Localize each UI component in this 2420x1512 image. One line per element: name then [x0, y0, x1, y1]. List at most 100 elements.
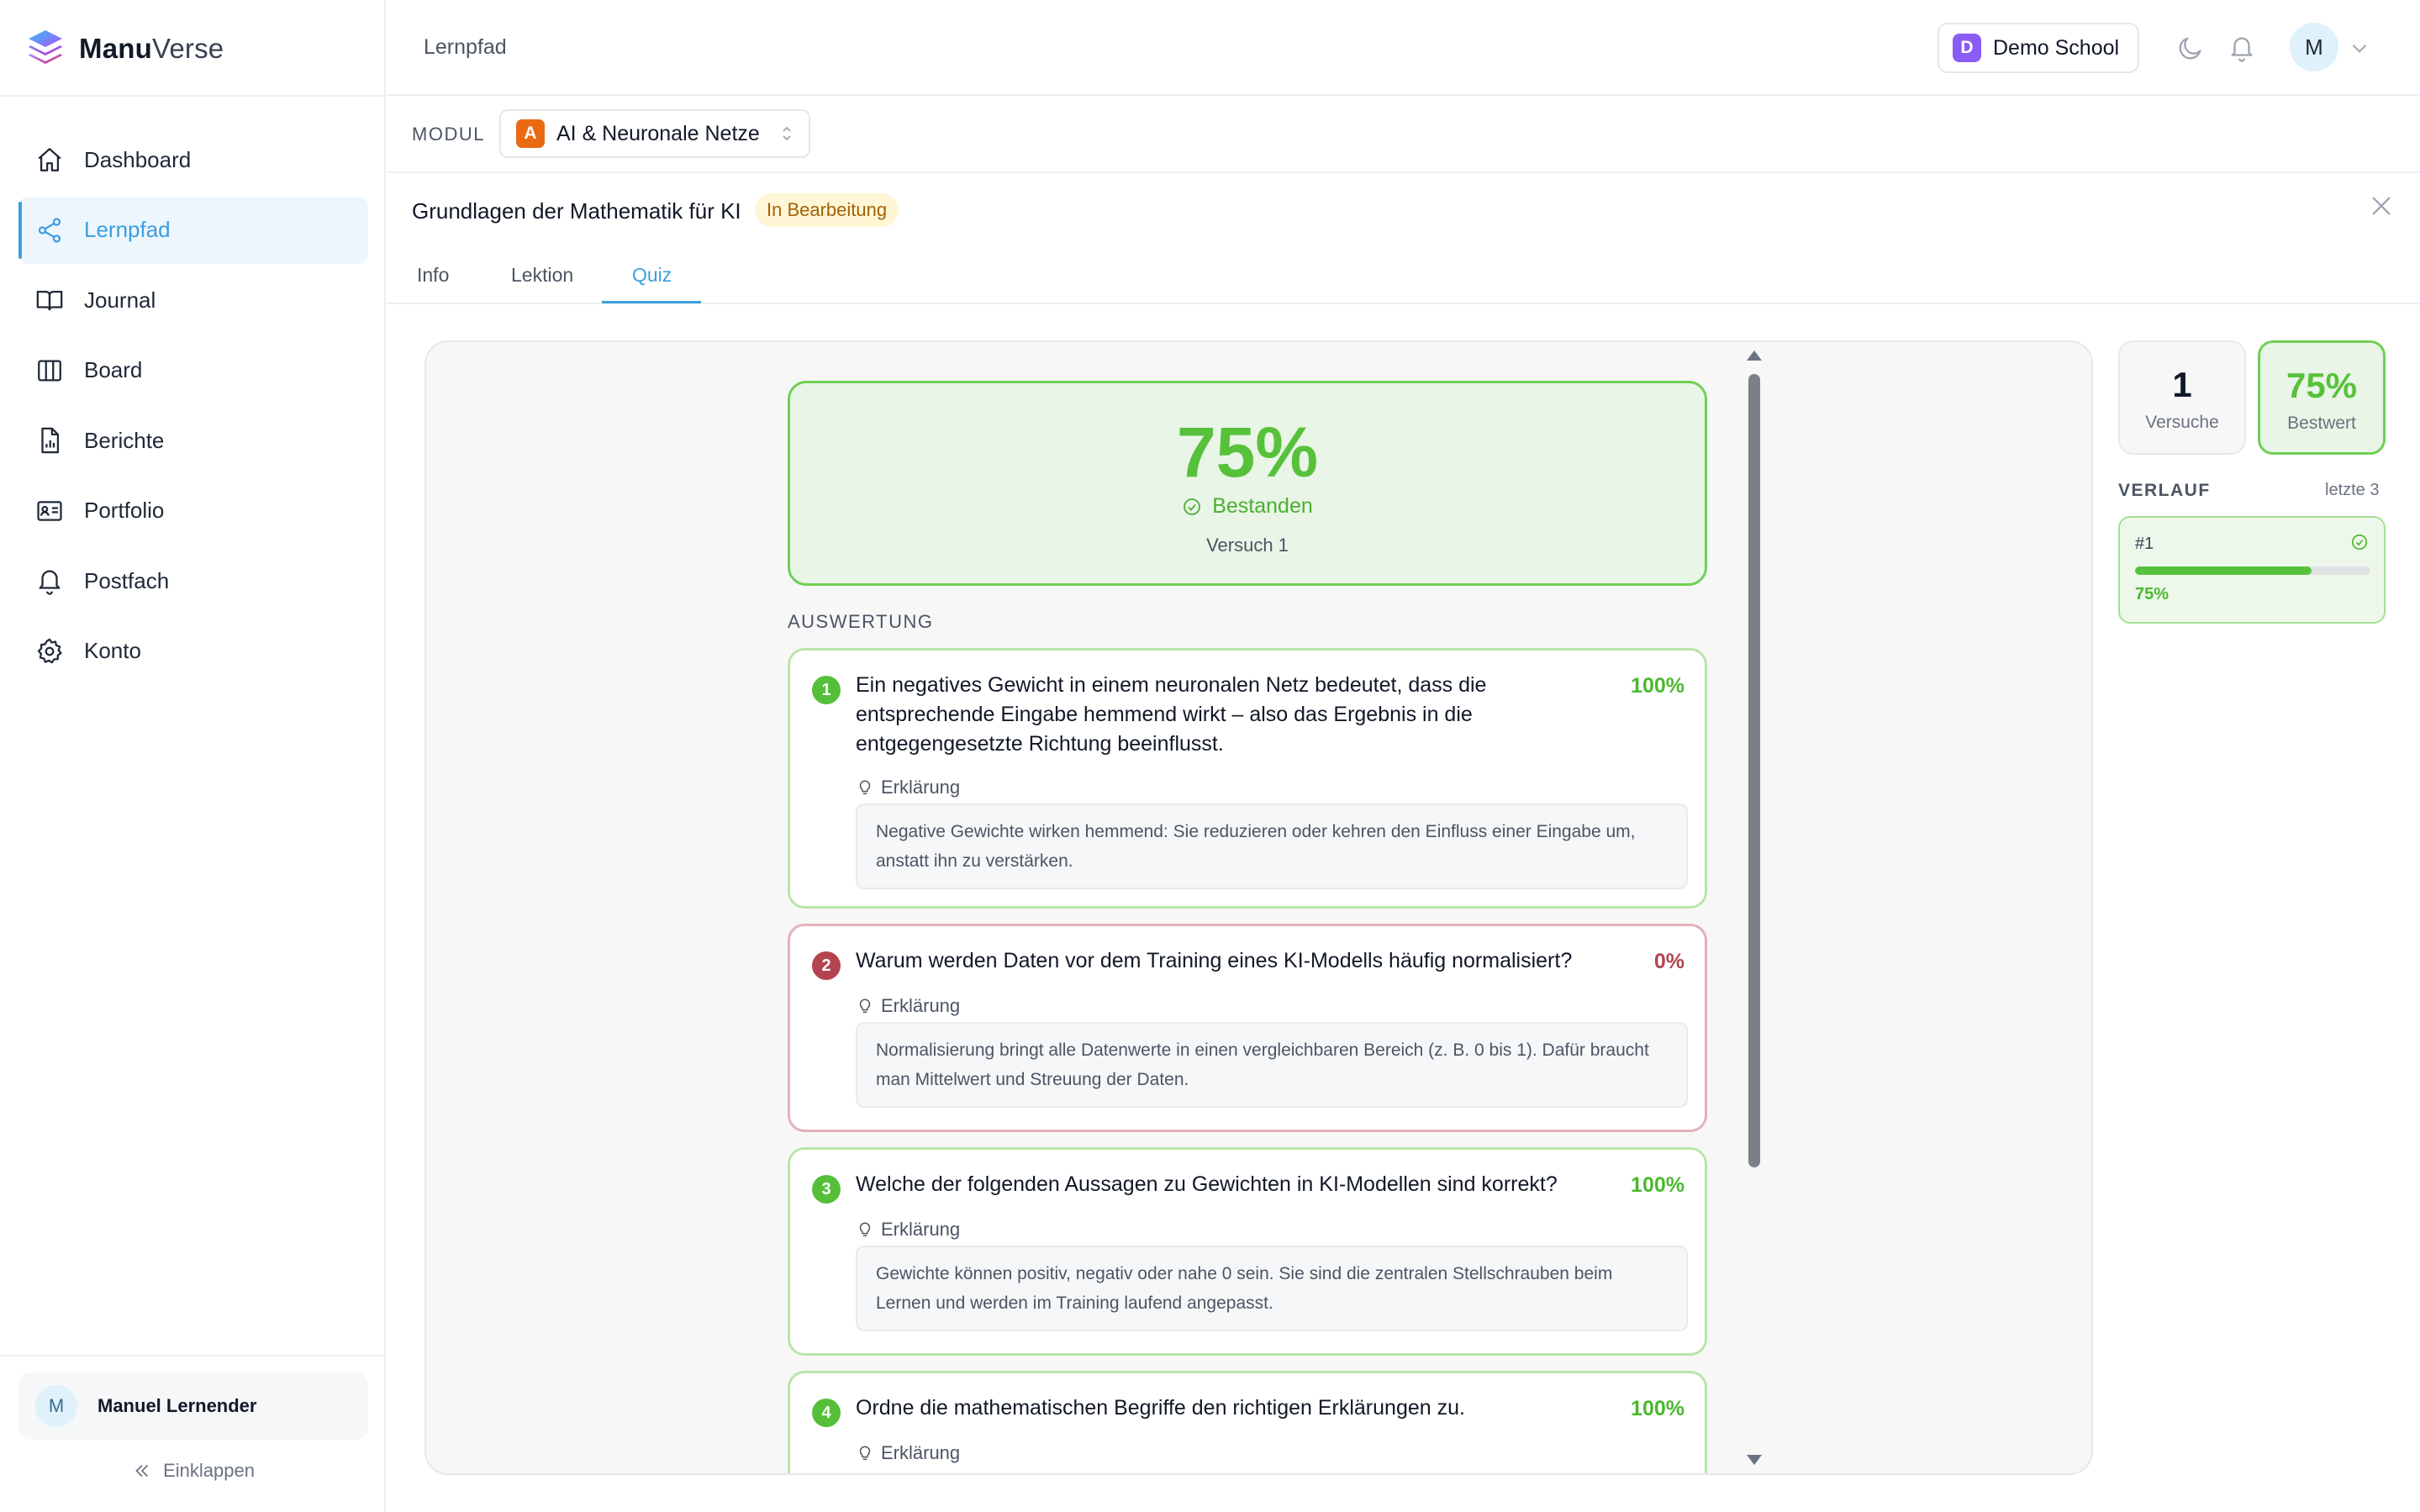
sidebar-item-label: Portfolio	[84, 498, 165, 523]
lightbulb-icon	[859, 998, 871, 1014]
chevron-down-icon[interactable]	[2349, 37, 2370, 59]
lightbulb-icon	[859, 1446, 871, 1461]
share-nodes-icon	[38, 217, 61, 243]
scroll-up-arrow[interactable]	[1747, 350, 1762, 361]
history-range: letzte 3	[2325, 481, 2380, 499]
gear-icon	[37, 638, 62, 663]
module-label: MODUL	[412, 124, 485, 145]
explanation-text: Normalisierung bringt alle Datenwerte in…	[856, 1022, 1688, 1108]
tab-quiz[interactable]: Quiz	[632, 264, 672, 287]
sidebar-item-journal[interactable]: Journal	[18, 266, 368, 334]
history-entry[interactable]: #1 75%	[2118, 516, 2386, 624]
bell-icon	[39, 570, 61, 595]
active-tab-indicator	[602, 301, 701, 303]
collapse-sidebar-button[interactable]: Einklappen	[0, 1454, 386, 1488]
question-text: Welche der folgenden Aussagen zu Gewicht…	[856, 1172, 1558, 1196]
brand-name: ManuVerse	[79, 33, 224, 64]
question-score: 100%	[1631, 1397, 1685, 1420]
layers-logo-icon	[29, 30, 62, 64]
explanation-text: Gewichte können positiv, negativ oder na…	[856, 1246, 1688, 1331]
evaluation-heading: AUSWERTUNG	[788, 611, 934, 632]
brand[interactable]: ManuVerse	[27, 25, 224, 72]
status-badge: In Bearbeitung	[755, 193, 899, 227]
sidebar-item-label: Konto	[84, 638, 141, 663]
user-avatar-button[interactable]: M	[2290, 23, 2338, 71]
question-number: 3	[812, 1175, 841, 1204]
home-icon	[38, 148, 61, 171]
attempt-label: Versuch 1	[1206, 535, 1289, 556]
question-number: 2	[812, 951, 841, 980]
id-card-icon	[37, 500, 62, 521]
sidebar: ManuVerse Dashboard Lernpfad Journal Boa…	[0, 0, 386, 1512]
scrollbar-thumb[interactable]	[1748, 374, 1760, 1167]
school-switcher-button[interactable]: D Demo School	[1938, 23, 2139, 73]
breadcrumb: Lernpfad	[424, 35, 507, 59]
question-score: 100%	[1631, 674, 1685, 698]
school-name: Demo School	[1993, 35, 2120, 60]
tab-info[interactable]: Info	[417, 264, 449, 287]
sidebar-item-label: Journal	[84, 287, 156, 313]
question-card: 4 Ordne die mathematischen Begriffe den …	[788, 1371, 1707, 1473]
module-select[interactable]: A AI & Neuronale Netze	[499, 109, 810, 158]
explanation-label: Erklärung	[856, 1442, 960, 1464]
lightbulb-icon	[859, 1222, 871, 1237]
notification-bell-icon[interactable]	[2228, 34, 2256, 62]
attempts-stat: 1 Versuche	[2118, 340, 2246, 455]
sidebar-item-konto[interactable]: Konto	[18, 618, 368, 685]
question-card: 2 Warum werden Daten vor dem Training ei…	[788, 924, 1707, 1132]
question-text: Warum werden Daten vor dem Training eine…	[856, 949, 1573, 972]
check-circle-icon	[2351, 534, 2368, 551]
sidebar-item-board[interactable]: Board	[18, 337, 368, 404]
attempts-label: Versuche	[2145, 413, 2219, 432]
sidebar-item-postfach[interactable]: Postfach	[18, 547, 368, 614]
sidebar-item-portfolio[interactable]: Portfolio	[18, 477, 368, 545]
sidebar-item-dashboard[interactable]: Dashboard	[18, 126, 368, 193]
explanation-label: Erklärung	[856, 995, 960, 1017]
moon-icon[interactable]	[2176, 34, 2205, 62]
score-value: 75%	[1176, 413, 1319, 492]
sidebar-nav: Dashboard Lernpfad Journal Board Bericht…	[18, 126, 368, 688]
collapse-label: Einklappen	[163, 1460, 255, 1481]
user-name: Manuel Lernender	[98, 1395, 257, 1416]
question-text: Ein negatives Gewicht in einem neuronale…	[856, 673, 1487, 756]
explanation-label: Erklärung	[856, 777, 960, 798]
question-card: 3 Welche der folgenden Aussagen zu Gewic…	[788, 1147, 1707, 1356]
question-score: 100%	[1631, 1173, 1685, 1197]
sidebar-item-lernpfad[interactable]: Lernpfad	[18, 196, 368, 264]
report-file-icon	[41, 427, 60, 454]
check-circle-icon	[1184, 498, 1201, 515]
sidebar-divider	[0, 95, 386, 97]
lesson-title: Grundlagen der Mathematik für KI	[412, 198, 741, 224]
module-selected-value: AI & Neuronale Netze	[556, 121, 760, 145]
attempts-value: 1	[2172, 365, 2192, 404]
question-text: Ordne die mathematischen Begriffe den ri…	[856, 1396, 1465, 1420]
close-icon[interactable]	[2367, 192, 2396, 220]
school-badge: D	[1953, 34, 1981, 62]
sidebar-item-label: Dashboard	[84, 146, 192, 172]
user-card[interactable]: M Manuel Lernender	[18, 1372, 368, 1440]
tab-lektion[interactable]: Lektion	[511, 264, 573, 287]
top-bar: Lernpfad D Demo School M	[387, 0, 2420, 96]
history-entry-id: #1	[2135, 535, 2154, 553]
quiz-result-panel: 75% Bestanden Versuch 1 AUSWERTUNG 1 Ein…	[424, 340, 2093, 1475]
question-number: 1	[812, 676, 841, 704]
sidebar-item-berichte[interactable]: Berichte	[18, 407, 368, 474]
best-score-value: 75%	[2286, 366, 2358, 405]
lightbulb-icon	[859, 780, 871, 795]
question-card: 1 Ein negatives Gewicht in einem neurona…	[788, 648, 1707, 909]
chevron-updown-icon	[783, 126, 791, 141]
columns-icon	[38, 360, 61, 381]
lesson-tabs: Info Lektion Quiz	[387, 249, 2420, 304]
lesson-header: Grundlagen der Mathematik für KI In Bear…	[387, 173, 2420, 249]
sidebar-item-label: Lernpfad	[84, 217, 171, 242]
scroll-down-arrow[interactable]	[1747, 1455, 1762, 1465]
history-progress-fill	[2135, 566, 2312, 575]
sidebar-item-label: Board	[84, 357, 143, 382]
history-heading: VERLAUF	[2118, 481, 2211, 500]
best-score-label: Bestwert	[2287, 414, 2356, 433]
module-badge: A	[516, 119, 545, 148]
question-score: 0%	[1653, 950, 1685, 973]
sidebar-item-label: Postfach	[84, 567, 170, 593]
question-number: 4	[812, 1399, 841, 1427]
sidebar-footer-divider	[0, 1355, 386, 1357]
